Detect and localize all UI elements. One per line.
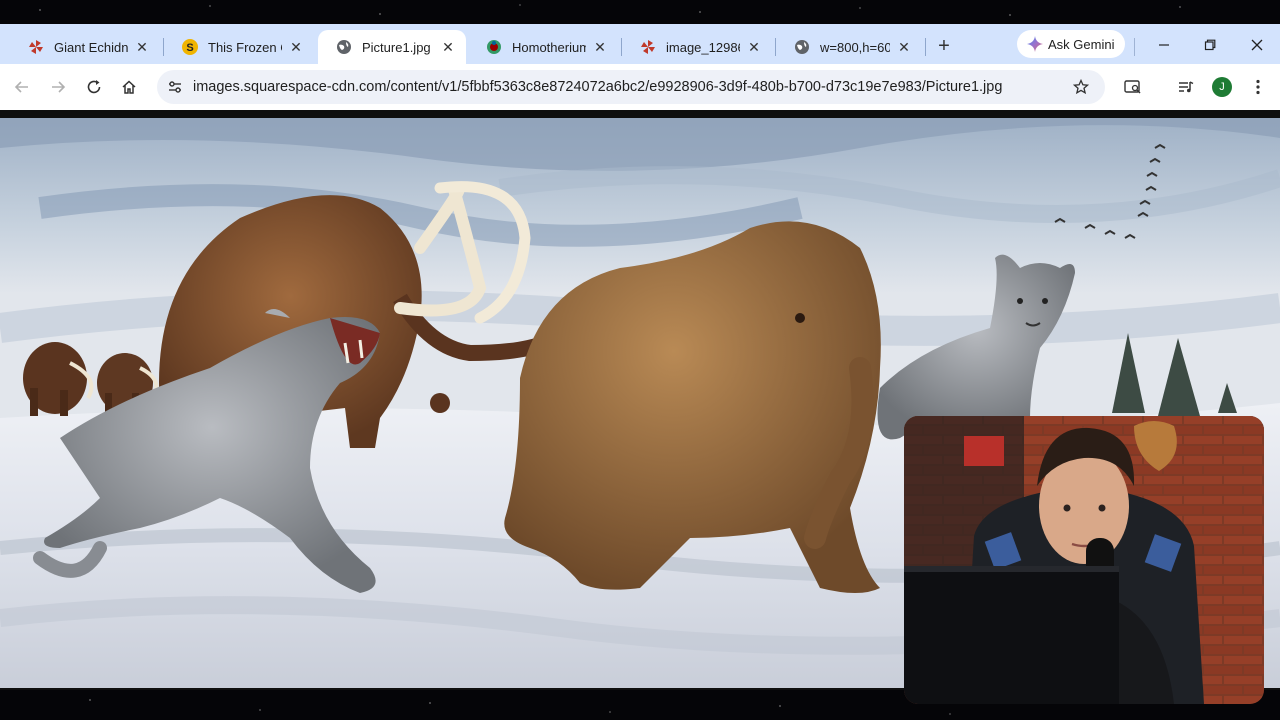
browser-window: Giant Echidnas ✕ S This Frozen Ca ✕ Pict… <box>0 24 1280 120</box>
gemini-label: Ask Gemini <box>1048 36 1115 52</box>
tab-title: Homotherium <box>512 39 586 55</box>
navigation-toolbar: images.squarespace-cdn.com/content/v1/5f… <box>0 64 1280 110</box>
tune-icon[interactable] <box>167 79 183 95</box>
tab-giant-echidnas[interactable]: Giant Echidnas ✕ <box>10 30 160 64</box>
tab-title: w=800,h=600, <box>820 39 890 55</box>
arrow-right-icon[interactable] <box>44 73 72 101</box>
tab-separator <box>1134 38 1135 56</box>
kebab-menu-icon[interactable] <box>1244 73 1272 101</box>
url-text[interactable]: images.squarespace-cdn.com/content/v1/5f… <box>193 79 1069 95</box>
avatar[interactable]: J <box>1212 77 1232 97</box>
star-icon[interactable] <box>1069 79 1093 95</box>
close-icon[interactable]: ✕ <box>592 39 608 55</box>
close-icon[interactable]: ✕ <box>288 39 304 55</box>
webcam-overlay <box>904 416 1264 704</box>
restore-icon[interactable] <box>1190 32 1230 58</box>
close-icon[interactable]: ✕ <box>440 39 456 55</box>
s-favicon-icon: S <box>182 39 198 55</box>
close-icon[interactable]: ✕ <box>896 39 912 55</box>
tab-homotherium[interactable]: Homotherium ✕ <box>468 30 618 64</box>
tab-picture1[interactable]: Picture1.jpg (12 ✕ <box>318 30 466 64</box>
close-icon[interactable]: ✕ <box>746 39 762 55</box>
minimize-icon[interactable] <box>1144 32 1184 58</box>
tab-title: Picture1.jpg (12 <box>362 39 434 55</box>
screen: Giant Echidnas ✕ S This Frozen Ca ✕ Pict… <box>0 0 1280 720</box>
address-bar[interactable]: images.squarespace-cdn.com/content/v1/5f… <box>157 70 1105 104</box>
tab-w800-h600[interactable]: w=800,h=600, ✕ <box>776 30 922 64</box>
gemini-sparkle-icon <box>1027 36 1043 52</box>
tab-image-12986[interactable]: image_12986_1 ✕ <box>622 30 772 64</box>
tab-separator <box>925 38 926 56</box>
tab-strip: Giant Echidnas ✕ S This Frozen Ca ✕ Pict… <box>0 24 1280 64</box>
pinwheel-favicon-icon <box>28 39 44 55</box>
close-icon[interactable]: ✕ <box>134 39 150 55</box>
tab-title: image_12986_1 <box>666 39 740 55</box>
webcam-feed <box>904 416 1264 704</box>
media-control-icon[interactable] <box>1172 73 1200 101</box>
ask-gemini-button[interactable]: Ask Gemini <box>1017 30 1125 58</box>
search-tabs-icon[interactable] <box>1119 73 1147 101</box>
arrow-left-icon[interactable] <box>8 73 36 101</box>
svg-text:S: S <box>186 42 193 54</box>
tab-frozen-cave[interactable]: S This Frozen Ca ✕ <box>164 30 314 64</box>
tab-title: Giant Echidnas <box>54 39 128 55</box>
globe-favicon-icon <box>336 39 352 55</box>
close-window-icon[interactable] <box>1237 32 1277 58</box>
tab-title: This Frozen Ca <box>208 39 282 55</box>
wikimedia-favicon-icon <box>486 39 502 55</box>
home-icon[interactable] <box>115 73 143 101</box>
new-tab-button[interactable]: + <box>932 34 956 58</box>
reload-icon[interactable] <box>80 73 108 101</box>
pinwheel-favicon-icon <box>640 39 656 55</box>
globe-favicon-icon <box>794 39 810 55</box>
